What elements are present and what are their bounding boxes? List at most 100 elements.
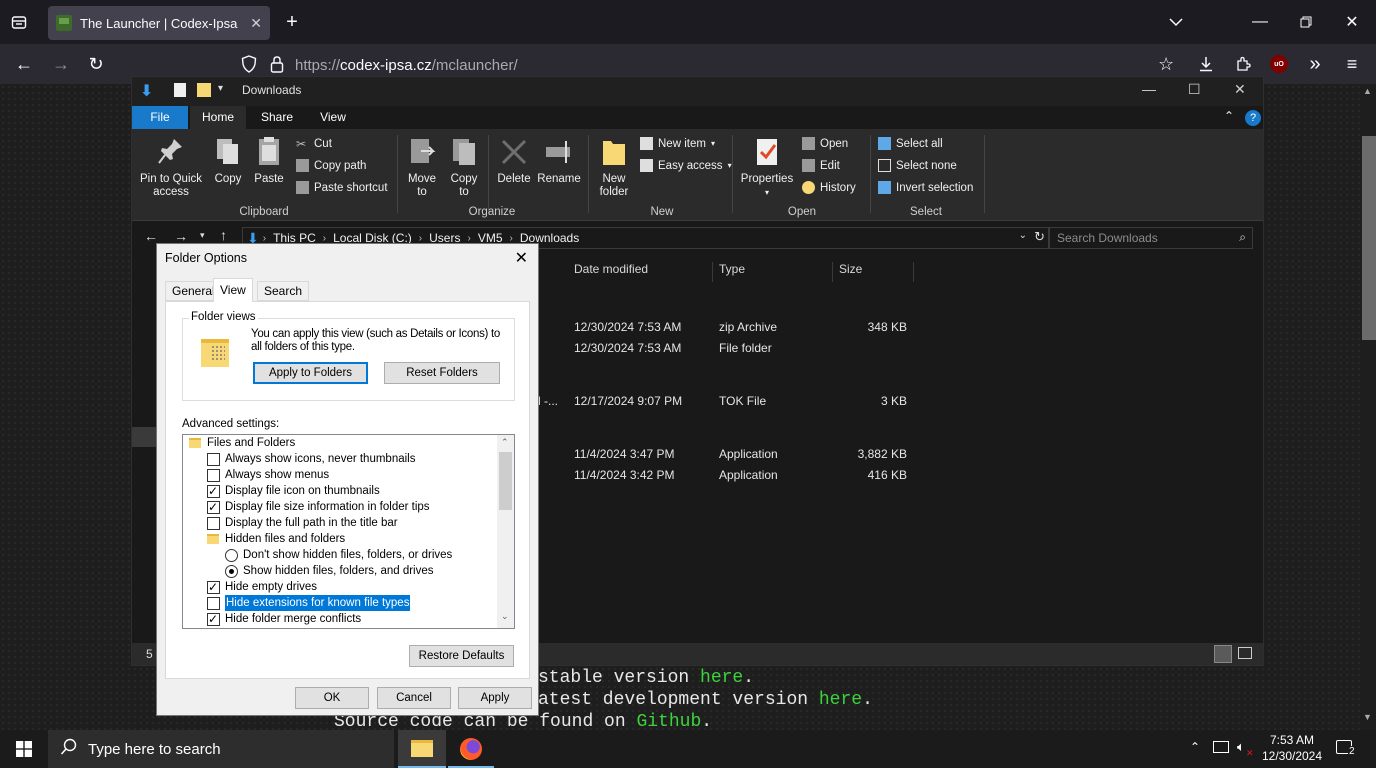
- paste-button[interactable]: Paste: [250, 135, 288, 186]
- radio-button[interactable]: [225, 548, 238, 562]
- ribbon-tab-file[interactable]: File: [132, 106, 188, 129]
- ok-button[interactable]: OK: [295, 687, 369, 709]
- file-row[interactable]: l -... 12/17/2024 9:07 PM TOK File 3 KB: [538, 394, 1268, 410]
- column-type[interactable]: Type: [713, 262, 833, 282]
- up-folder-icon[interactable]: ↑: [220, 227, 227, 243]
- tab-list-icon[interactable]: [8, 12, 30, 32]
- scroll-down-icon[interactable]: ⌄: [501, 611, 509, 622]
- setting-always-show-menus[interactable]: Always show menus: [207, 467, 329, 483]
- delete-button[interactable]: Delete: [494, 135, 534, 186]
- history-button[interactable]: History: [802, 181, 856, 194]
- back-icon[interactable]: ←: [14, 54, 34, 74]
- nav-forward-icon[interactable]: →: [174, 228, 188, 244]
- new-item-button[interactable]: New item ▾: [640, 137, 715, 150]
- properties-qa-icon[interactable]: [174, 83, 186, 97]
- dev-version-link[interactable]: here: [819, 690, 862, 710]
- customize-qa-icon[interactable]: ▾: [218, 83, 223, 94]
- column-size[interactable]: Size: [833, 262, 914, 282]
- tab-view[interactable]: View: [213, 278, 253, 302]
- setting-hide-merge-conflicts[interactable]: Hide folder merge conflicts: [207, 611, 361, 627]
- setting-display-full-path[interactable]: Display the full path in the title bar: [207, 515, 398, 531]
- checkbox[interactable]: [207, 452, 220, 466]
- recent-locations-icon[interactable]: ▾: [200, 230, 205, 241]
- large-icons-view-icon[interactable]: [1238, 647, 1252, 659]
- page-scroll-thumb[interactable]: [1362, 136, 1376, 340]
- volume-muted-icon[interactable]: 🔈︎: [1237, 739, 1245, 755]
- stable-version-link[interactable]: here: [700, 668, 743, 688]
- menu-icon[interactable]: ≡: [1342, 54, 1362, 74]
- properties-button[interactable]: Properties ▾: [738, 135, 796, 199]
- tree-scrollbar[interactable]: ⌃ ⌄: [497, 435, 514, 628]
- paste-shortcut-button[interactable]: Paste shortcut: [296, 181, 388, 194]
- apply-to-folders-button[interactable]: Apply to Folders: [253, 362, 368, 384]
- refresh-icon[interactable]: ↻: [1034, 229, 1045, 245]
- explorer-maximize-icon[interactable]: ☐: [1188, 81, 1201, 98]
- cut-button[interactable]: ✂ Cut: [296, 137, 332, 151]
- list-all-tabs-icon[interactable]: [1166, 12, 1186, 32]
- page-scrollbar[interactable]: ▲ ▼: [1360, 84, 1376, 730]
- ublock-icon[interactable]: uO: [1270, 55, 1288, 73]
- url-text[interactable]: https://codex-ipsa.cz/mclauncher/: [295, 57, 518, 74]
- browser-tab[interactable]: The Launcher | Codex-Ipsa ✕: [48, 6, 270, 40]
- taskbar-search-input[interactable]: Type here to search: [48, 730, 394, 768]
- setting-hide-extensions[interactable]: Hide extensions for known file types: [207, 595, 411, 611]
- checkbox[interactable]: [207, 516, 220, 530]
- copy-button[interactable]: Copy: [210, 135, 246, 186]
- taskbar-clock[interactable]: 7:53 AM 12/30/2024: [1258, 732, 1326, 764]
- select-none-button[interactable]: Select none: [878, 159, 957, 172]
- tree-folder-hidden-files[interactable]: Hidden files and folders: [207, 531, 345, 547]
- explorer-close-icon[interactable]: ✕: [1234, 81, 1246, 98]
- select-all-button[interactable]: Select all: [878, 137, 943, 150]
- new-folder-button[interactable]: New folder: [594, 135, 634, 199]
- file-row[interactable]: 12/30/2024 7:53 AM File folder: [568, 341, 1268, 357]
- ribbon-tab-home[interactable]: Home: [190, 106, 246, 129]
- radio-button[interactable]: [225, 564, 238, 578]
- new-tab-icon[interactable]: +: [282, 11, 302, 33]
- close-window-icon[interactable]: ✕: [1342, 12, 1362, 32]
- start-button[interactable]: [0, 730, 48, 768]
- invert-selection-button[interactable]: Invert selection: [878, 181, 973, 194]
- show-hidden-icons-icon[interactable]: ⌃: [1190, 740, 1200, 754]
- scroll-down-icon[interactable]: ▼: [1363, 712, 1372, 722]
- dialog-close-icon[interactable]: ✕: [515, 248, 528, 268]
- taskbar-firefox-button[interactable]: [448, 730, 494, 768]
- move-to-button[interactable]: Move to: [404, 135, 440, 199]
- explorer-search-input[interactable]: Search Downloads ⌕: [1048, 227, 1253, 249]
- tab-search[interactable]: Search: [257, 281, 310, 301]
- checkbox[interactable]: [207, 596, 220, 610]
- file-row[interactable]: 11/4/2024 3:42 PM Application 416 KB: [568, 468, 1268, 484]
- setting-show-hidden[interactable]: Show hidden files, folders, and drives: [225, 563, 434, 579]
- file-row[interactable]: 12/30/2024 7:53 AM zip Archive 348 KB: [568, 320, 1268, 336]
- checkbox[interactable]: [207, 579, 220, 595]
- file-row[interactable]: 11/4/2024 3:47 PM Application 3,882 KB: [568, 447, 1268, 463]
- help-icon[interactable]: ?: [1245, 110, 1261, 126]
- easy-access-button[interactable]: Easy access ▾: [640, 159, 732, 172]
- extensions-icon[interactable]: [1233, 54, 1253, 74]
- close-tab-icon[interactable]: ✕: [250, 15, 262, 32]
- column-date-modified[interactable]: Date modified: [568, 262, 713, 282]
- minimize-icon[interactable]: —: [1250, 12, 1270, 32]
- restore-defaults-button[interactable]: Restore Defaults: [409, 645, 514, 667]
- lock-icon[interactable]: [270, 55, 284, 76]
- shield-icon[interactable]: [241, 55, 257, 76]
- new-folder-qa-icon[interactable]: [197, 83, 211, 97]
- edit-button[interactable]: Edit: [802, 159, 840, 172]
- forward-icon[interactable]: →: [51, 54, 71, 74]
- cancel-button[interactable]: Cancel: [377, 687, 451, 709]
- tree-folder-files-and-folders[interactable]: Files and Folders: [189, 435, 295, 451]
- apply-button[interactable]: Apply: [458, 687, 532, 709]
- checkbox[interactable]: [207, 468, 220, 482]
- more-tools-icon[interactable]: »: [1305, 53, 1325, 75]
- copy-path-button[interactable]: Copy path: [296, 159, 366, 172]
- network-icon[interactable]: [1213, 741, 1229, 753]
- pin-to-quick-access-button[interactable]: Pin to Quick access: [138, 135, 204, 199]
- setting-display-file-icon[interactable]: Display file icon on thumbnails: [207, 483, 380, 499]
- advanced-settings-tree[interactable]: Files and Folders Always show icons, nev…: [182, 434, 515, 629]
- taskbar-explorer-button[interactable]: [398, 730, 446, 768]
- checkbox[interactable]: [207, 483, 220, 499]
- setting-display-file-size[interactable]: Display file size information in folder …: [207, 499, 430, 515]
- setting-always-show-icons[interactable]: Always show icons, never thumbnails: [207, 451, 415, 467]
- checkbox[interactable]: [207, 499, 220, 515]
- rename-button[interactable]: Rename: [536, 135, 582, 186]
- reload-icon[interactable]: ↻: [86, 54, 106, 74]
